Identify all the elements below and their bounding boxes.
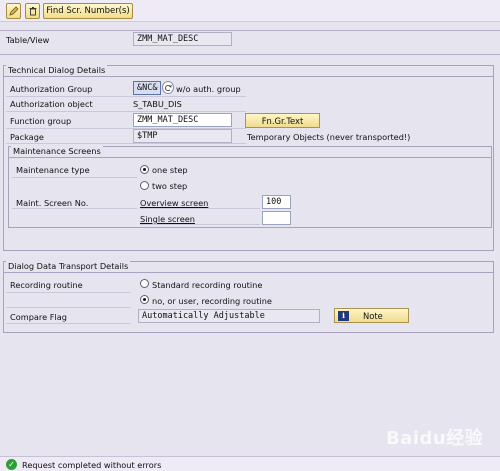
row-divider bbox=[6, 307, 131, 308]
trash-icon[interactable] bbox=[25, 3, 40, 19]
divider bbox=[0, 30, 500, 31]
group-divider bbox=[4, 76, 493, 77]
function-group-label: Function group bbox=[10, 116, 72, 126]
fn-gr-text-button[interactable]: Fn.Gr.Text bbox=[245, 113, 320, 128]
single-screen-field[interactable] bbox=[262, 211, 291, 225]
technical-dialog-title: Technical Dialog Details bbox=[6, 65, 108, 75]
no-recording-radio[interactable] bbox=[140, 295, 149, 304]
two-step-radio[interactable] bbox=[140, 181, 149, 190]
auth-group-hint: w/o auth. group bbox=[176, 84, 241, 94]
two-step-label: two step bbox=[152, 181, 188, 191]
row-divider bbox=[6, 111, 246, 112]
check-icon: ✓ bbox=[6, 459, 17, 470]
maint-screen-no-label: Maint. Screen No. bbox=[16, 198, 89, 208]
row-divider bbox=[6, 96, 246, 97]
standard-recording-label: Standard recording routine bbox=[152, 280, 263, 290]
one-step-radio[interactable] bbox=[140, 165, 149, 174]
row-divider bbox=[12, 208, 137, 209]
maintenance-screens-group: Maintenance Screens bbox=[8, 146, 492, 228]
toolbar: Find Scr. Number(s) bbox=[0, 0, 500, 22]
auth-object-value: S_TABU_DIS bbox=[133, 99, 182, 109]
auth-group-field[interactable]: &NC& bbox=[133, 81, 161, 95]
table-view-field: ZMM_MAT_DESC bbox=[133, 32, 232, 46]
row-divider bbox=[140, 208, 260, 209]
package-label: Package bbox=[10, 132, 44, 142]
transport-details-title: Dialog Data Transport Details bbox=[6, 261, 131, 271]
overview-screen-link[interactable]: Overview screen bbox=[140, 198, 208, 208]
row-divider bbox=[6, 292, 131, 293]
package-field: $TMP bbox=[133, 129, 232, 143]
function-group-field[interactable]: ZMM_MAT_DESC bbox=[133, 113, 232, 127]
no-recording-label: no, or user, recording routine bbox=[152, 296, 272, 306]
maintenance-screens-title: Maintenance Screens bbox=[11, 146, 103, 156]
one-step-label: one step bbox=[152, 165, 188, 175]
overview-screen-field[interactable]: 100 bbox=[262, 195, 291, 209]
row-divider bbox=[6, 323, 131, 324]
row-divider bbox=[6, 143, 246, 144]
divider bbox=[0, 54, 500, 55]
info-icon: i bbox=[338, 310, 349, 321]
maintenance-type-label: Maintenance type bbox=[16, 165, 90, 175]
note-button[interactable]: i Note bbox=[334, 308, 409, 323]
group-divider bbox=[9, 157, 491, 158]
table-view-label: Table/View bbox=[6, 35, 50, 45]
package-description: Temporary Objects (never transported!) bbox=[247, 132, 411, 142]
row-divider bbox=[12, 177, 137, 178]
standard-recording-radio[interactable] bbox=[140, 279, 149, 288]
refresh-icon[interactable] bbox=[162, 81, 174, 94]
row-divider bbox=[140, 224, 260, 225]
compare-flag-field: Automatically Adjustable bbox=[138, 309, 320, 323]
find-screen-numbers-button[interactable]: Find Scr. Number(s) bbox=[43, 3, 133, 19]
group-divider bbox=[4, 272, 493, 273]
status-message: Request completed without errors bbox=[22, 460, 162, 470]
pencil-icon[interactable] bbox=[6, 3, 21, 19]
auth-group-label: Authorization Group bbox=[10, 84, 93, 94]
compare-flag-label: Compare Flag bbox=[10, 312, 67, 322]
auth-object-label: Authorization object bbox=[10, 99, 93, 109]
watermark: Baidu经验 bbox=[386, 428, 484, 449]
single-screen-link[interactable]: Single screen bbox=[140, 214, 195, 224]
status-bar: ✓ Request completed without errors bbox=[0, 456, 500, 471]
recording-routine-label: Recording routine bbox=[10, 280, 83, 290]
